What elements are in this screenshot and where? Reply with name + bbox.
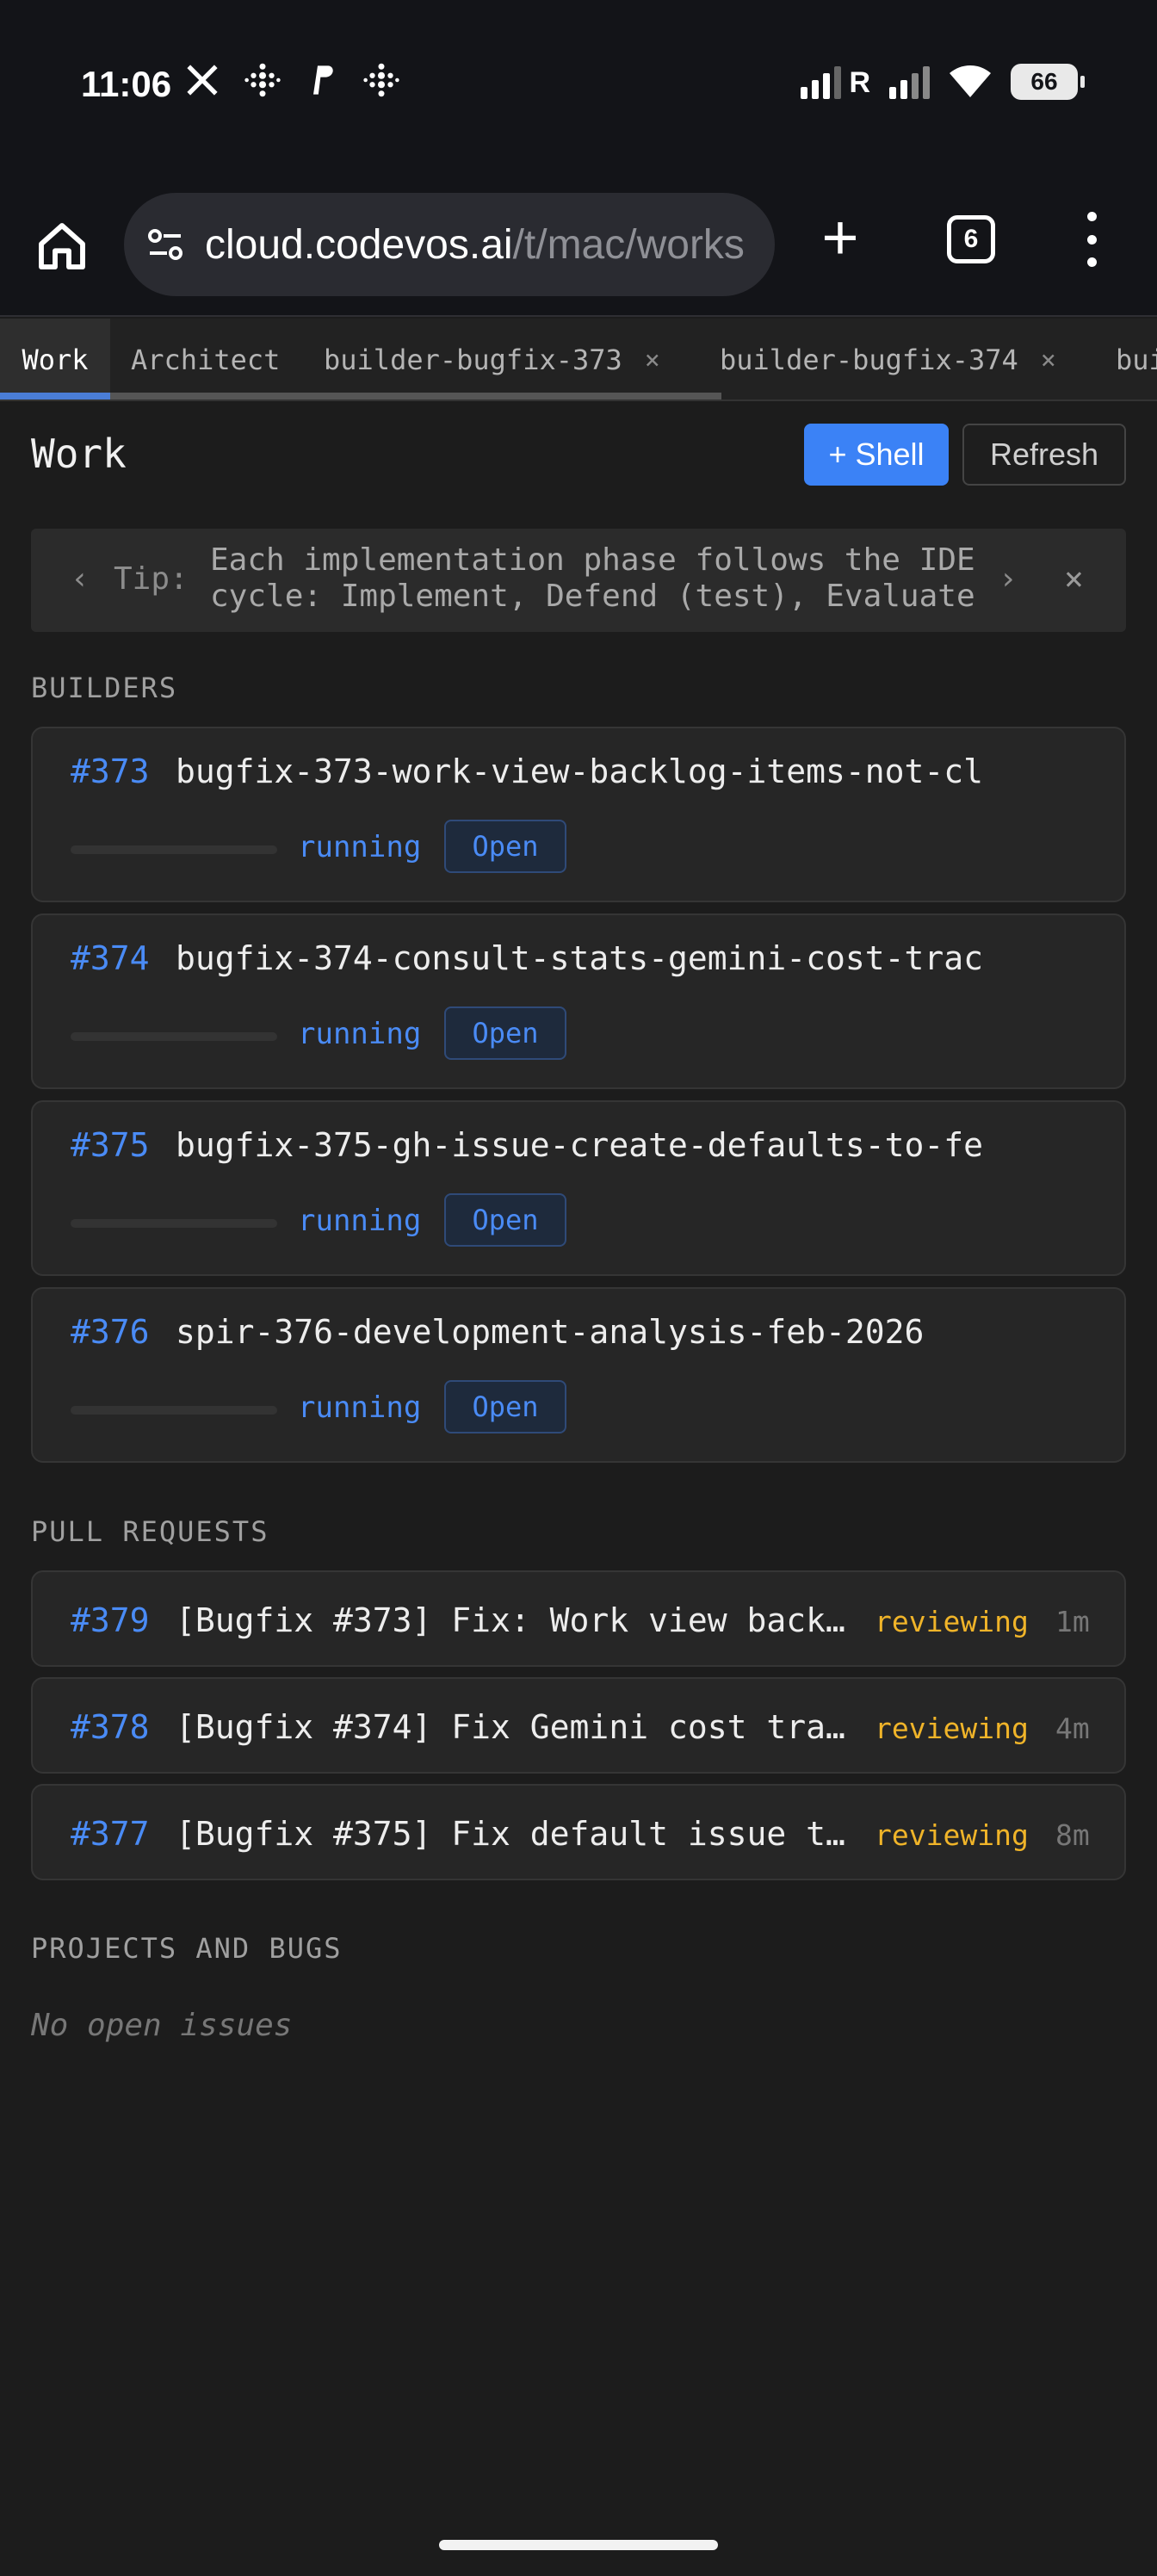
pr-number[interactable]: #378 <box>71 1708 150 1746</box>
pr-age: 4m <box>1055 1712 1090 1745</box>
tip-label: Tip: <box>114 561 189 597</box>
gesture-bar[interactable] <box>439 2540 718 2550</box>
battery-icon: 66 <box>1011 64 1085 100</box>
builder-progress-bar <box>71 1219 277 1228</box>
pr-status: reviewing <box>875 1605 1029 1638</box>
tab-architect[interactable]: Architect <box>131 319 280 399</box>
new-tab-icon[interactable]: + <box>813 206 868 269</box>
tab-scroll-indicator <box>110 393 721 399</box>
tab-builder-bugfix-374[interactable]: builder-bugfix-374 × <box>720 319 1056 399</box>
paypal-icon <box>313 65 333 95</box>
builder-number[interactable]: #375 <box>71 1126 150 1164</box>
pr-number[interactable]: #377 <box>71 1815 150 1853</box>
pr-title: [Bugfix #373] Fix: Work view backlog ite… <box>176 1601 849 1639</box>
tip-text: Each implementation phase follows the ID… <box>210 542 975 614</box>
pr-number[interactable]: #379 <box>71 1601 150 1639</box>
page-title: Work <box>31 430 127 477</box>
browser-toolbar: cloud.codevos.ai/t/mac/works + 6 <box>0 172 1157 317</box>
url-text: cloud.codevos.ai/t/mac/works <box>205 221 745 268</box>
empty-issues-message: No open issues <box>31 2008 293 2043</box>
builder-name: bugfix-374-consult-stats-gemini-cost-tra… <box>176 939 983 977</box>
pr-age: 8m <box>1055 1818 1090 1852</box>
pr-row[interactable]: #378 [Bugfix #374] Fix Gemini cost track… <box>31 1677 1126 1774</box>
wifi-icon <box>950 65 991 97</box>
notification-icons <box>184 62 399 98</box>
tip-next-button[interactable]: › <box>999 561 1018 597</box>
builder-name: bugfix-373-work-view-backlog-items-not-c… <box>176 752 983 790</box>
builder-progress-bar <box>71 1032 277 1041</box>
open-builder-button[interactable]: Open <box>444 820 566 873</box>
open-builder-button[interactable]: Open <box>444 1380 566 1434</box>
builders-heading: BUILDERS <box>31 672 178 704</box>
signal-icon <box>889 65 930 99</box>
fitbit-icon <box>363 63 399 97</box>
tab-work-indicator <box>0 393 110 399</box>
address-bar[interactable]: cloud.codevos.ai/t/mac/works <box>124 193 775 296</box>
close-icon[interactable]: × <box>1064 560 1084 598</box>
site-settings-icon[interactable] <box>145 224 186 265</box>
builder-card: #375 bugfix-375-gh-issue-create-defaults… <box>31 1100 1126 1276</box>
builder-number[interactable]: #374 <box>71 939 150 977</box>
pr-title: [Bugfix #375] Fix default issue type <box>176 1815 849 1853</box>
status-time: 11:06 <box>81 64 172 104</box>
builder-number[interactable]: #373 <box>71 752 150 790</box>
tip-banner: ‹ Tip: Each implementation phase follows… <box>31 529 1126 632</box>
open-builder-button[interactable]: Open <box>444 1006 566 1060</box>
pr-status: reviewing <box>875 1818 1029 1852</box>
close-icon[interactable]: × <box>1041 345 1056 375</box>
builder-number[interactable]: #376 <box>71 1313 150 1351</box>
home-icon[interactable] <box>34 219 90 274</box>
system-icons: R 66 <box>801 64 1085 100</box>
x-logo-icon <box>187 65 218 96</box>
pr-status: reviewing <box>875 1712 1029 1745</box>
tab-work[interactable]: Work <box>0 319 110 399</box>
builder-progress-bar <box>71 845 277 854</box>
builder-card: #376 spir-376-development-analysis-feb-2… <box>31 1287 1126 1463</box>
fitbit-icon <box>244 63 281 97</box>
status-bar: 11:06 R 66 <box>0 0 1157 172</box>
builder-status: running <box>298 830 422 864</box>
pr-row[interactable]: #377 [Bugfix #375] Fix default issue typ… <box>31 1784 1126 1880</box>
app-tab-strip: Work Architect builder-bugfix-373 × build… <box>0 319 1157 401</box>
builder-card: #374 bugfix-374-consult-stats-gemini-cos… <box>31 913 1126 1089</box>
pull-requests-heading: PULL REQUESTS <box>31 1515 269 1548</box>
close-icon[interactable]: × <box>645 345 660 375</box>
projects-and-bugs-heading: PROJECTS AND BUGS <box>31 1932 343 1965</box>
pr-title: [Bugfix #374] Fix Gemini cost tracking <box>176 1708 849 1746</box>
builder-card: #373 bugfix-373-work-view-backlog-items-… <box>31 727 1126 902</box>
overflow-menu-icon[interactable] <box>1074 212 1109 267</box>
tab-builder-partial[interactable]: bui <box>1116 319 1157 399</box>
builder-status: running <box>298 1017 422 1051</box>
pr-age: 1m <box>1055 1605 1090 1638</box>
builder-status: running <box>298 1204 422 1238</box>
new-shell-button[interactable]: + Shell <box>804 424 949 486</box>
refresh-button[interactable]: Refresh <box>962 424 1126 486</box>
builder-progress-bar <box>71 1406 277 1415</box>
builder-status: running <box>298 1390 422 1425</box>
tip-prev-button[interactable]: ‹ <box>71 561 90 597</box>
tab-builder-bugfix-373[interactable]: builder-bugfix-373 × <box>324 319 660 399</box>
builder-name: bugfix-375-gh-issue-create-defaults-to-f… <box>176 1126 983 1164</box>
signal-r-icon: R <box>801 65 870 99</box>
open-builder-button[interactable]: Open <box>444 1193 566 1247</box>
builder-name: spir-376-development-analysis-feb-2026 <box>176 1313 925 1351</box>
pr-row[interactable]: #379 [Bugfix #373] Fix: Work view backlo… <box>31 1570 1126 1667</box>
tab-switcher-button[interactable]: 6 <box>947 215 995 263</box>
